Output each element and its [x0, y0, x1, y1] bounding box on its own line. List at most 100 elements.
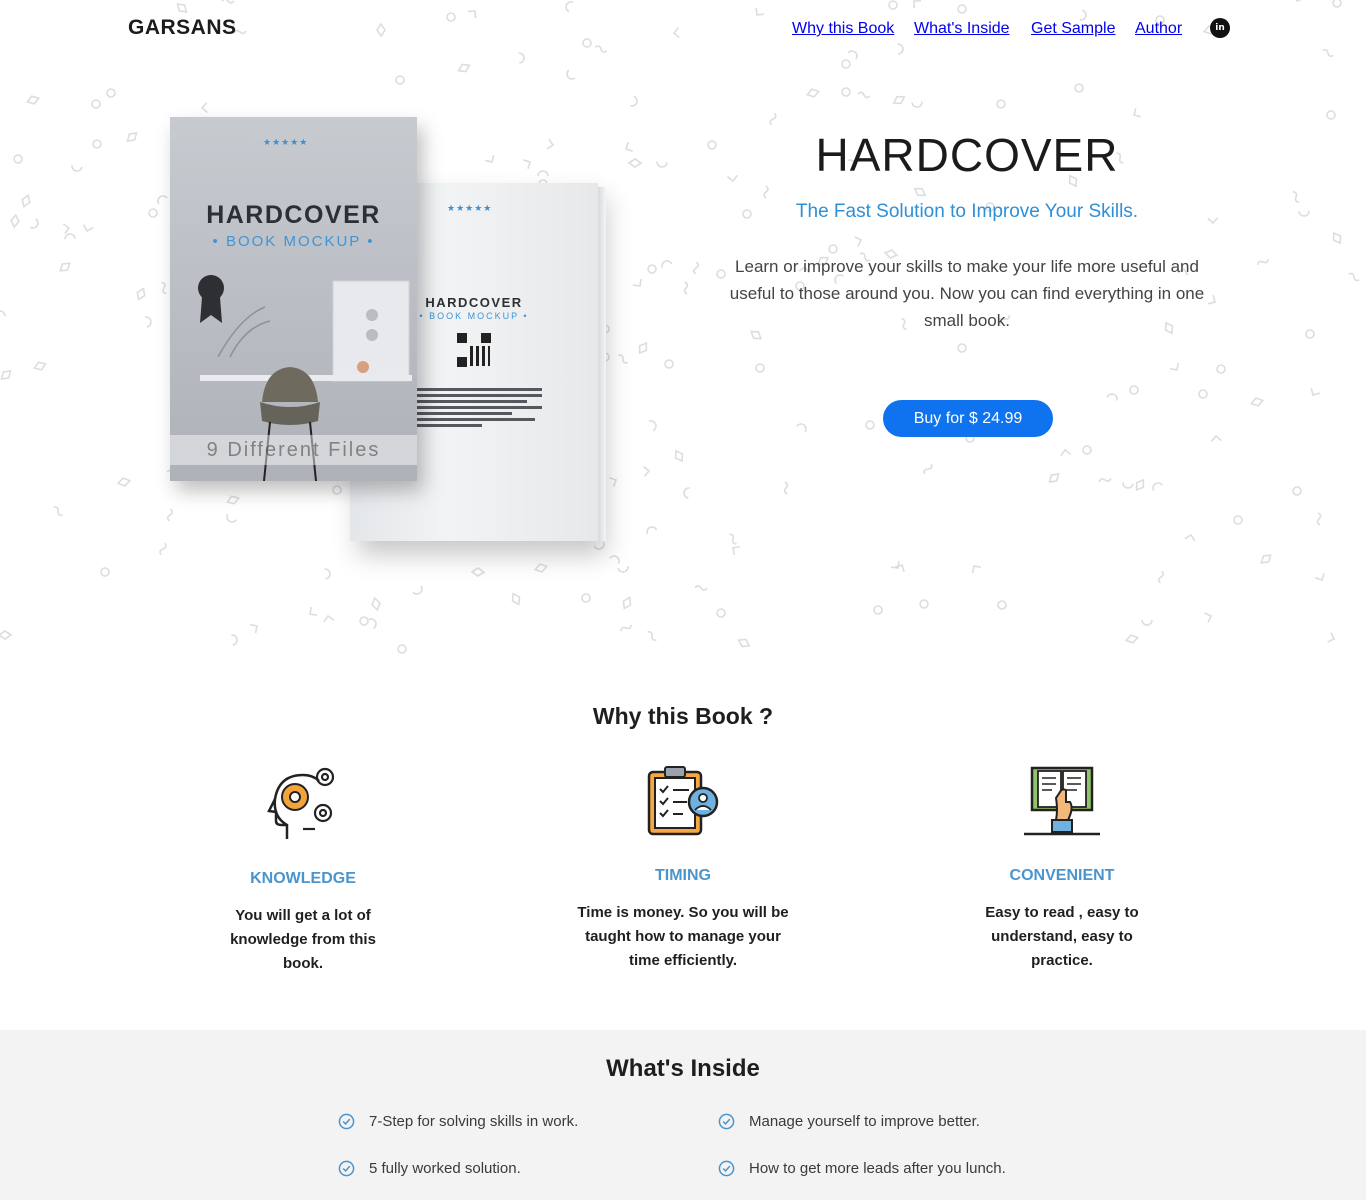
confetti-shape: [511, 592, 521, 606]
confetti-shape: [231, 634, 238, 646]
confetti-shape: [763, 185, 769, 199]
confetti-shape: [648, 420, 657, 432]
confetti-shape: [1233, 515, 1243, 525]
confetti-shape: [1216, 364, 1226, 374]
confetti-shape: [470, 567, 486, 577]
confetti-shape: [1060, 448, 1072, 457]
confetti-shape: [161, 281, 167, 295]
linkedin-icon[interactable]: in: [1210, 18, 1230, 38]
confetti-shape: [148, 208, 158, 218]
confetti-shape: [457, 63, 471, 73]
confetti-shape: [647, 631, 657, 641]
confetti-shape: [620, 624, 632, 632]
confetti-shape: [1082, 445, 1092, 455]
nav-link-author[interactable]: Author: [1135, 20, 1366, 38]
list-item-label: Manage yourself to improve better.: [749, 1113, 980, 1130]
whats-inside-section: What's Inside 7-Step for solving skills …: [0, 1030, 1366, 1200]
confetti-shape: [21, 194, 31, 208]
confetti-shape: [1122, 482, 1134, 489]
book-front-subtitle: • BOOK MOCKUP •: [212, 233, 375, 250]
confetti-shape: [1169, 362, 1180, 371]
book-front-files-caption: 9 Different Files: [170, 435, 417, 465]
confetti-shape: [1316, 512, 1322, 526]
confetti-shape: [368, 618, 377, 630]
confetti-shape: [971, 565, 982, 574]
confetti-shape: [646, 526, 658, 535]
confetti-shape: [546, 138, 555, 150]
confetti-shape: [136, 287, 146, 301]
confetti-shape: [157, 195, 168, 205]
feature-timing: TIMING Time is money. So you will be tau…: [553, 762, 813, 973]
list-item: Manage yourself to improve better.: [718, 1113, 980, 1130]
confetti-shape: [91, 99, 101, 109]
rating-stars: ★★★★★: [447, 203, 493, 213]
confetti-shape: [537, 170, 549, 177]
confetti-shape: [911, 101, 923, 108]
confetti-shape: [919, 599, 929, 609]
confetti-shape: [53, 506, 63, 516]
book-front-cover: ★★★★★ HARDCOVER • BOOK MOCKUP • 9 Differ…: [170, 117, 417, 481]
confetti-shape: [617, 354, 629, 364]
confetti-shape: [397, 644, 407, 654]
confetti-shape: [1298, 210, 1310, 217]
confetti-shape: [664, 359, 674, 369]
feature-knowledge: KNOWLEDGE You will get a lot of knowledg…: [173, 765, 433, 976]
confetti-shape: [82, 224, 94, 233]
feature-title: CONVENIENT: [1009, 867, 1115, 884]
confetti-shape: [737, 638, 751, 648]
feature-title: TIMING: [655, 867, 711, 884]
check-circle-icon: [338, 1160, 355, 1177]
confetti-shape: [627, 158, 643, 168]
confetti-shape: [1074, 83, 1084, 93]
confetti-shape: [1133, 107, 1142, 118]
confetti-shape: [609, 476, 618, 487]
confetti-shape: [144, 316, 152, 328]
top-navigation-bar: GARSANS Why this Book What's Inside Get …: [0, 0, 1366, 58]
head-gears-icon: [267, 767, 335, 839]
confetti-shape: [683, 487, 690, 499]
clipboard-checklist-icon: [647, 766, 719, 836]
confetti-shape: [1204, 612, 1213, 623]
confetti-shape: [359, 616, 369, 626]
book-front-title: HARDCOVER: [206, 201, 381, 229]
confetti-shape: [566, 69, 576, 80]
confetti-shape: [632, 278, 642, 287]
confetti-shape: [1106, 393, 1118, 401]
confetti-shape: [0, 630, 13, 640]
confetti-shape: [324, 568, 331, 580]
confetti-shape: [828, 244, 838, 254]
confetti-shape: [1348, 272, 1360, 282]
hero-section: GARSANS Why this Book What's Inside Get …: [0, 0, 1366, 660]
confetti-shape: [226, 495, 240, 505]
confetti-shape: [533, 563, 549, 573]
check-circle-icon: [338, 1113, 355, 1130]
confetti-shape: [692, 261, 700, 275]
brand-logo[interactable]: GARSANS: [128, 16, 237, 40]
rating-stars: ★★★★★: [263, 137, 309, 147]
check-circle-icon: [718, 1160, 735, 1177]
confetti-shape: [64, 233, 76, 240]
confetti-shape: [106, 88, 116, 98]
book-reading-icon: [1024, 766, 1100, 836]
confetti-shape: [1249, 397, 1265, 407]
confetti-shape: [857, 91, 871, 99]
confetti-shape: [913, 187, 927, 197]
confetti-shape: [841, 87, 851, 97]
buy-button[interactable]: Buy for $ 24.99: [883, 400, 1053, 437]
confetti-shape: [647, 264, 657, 274]
confetti-shape: [755, 363, 765, 373]
feature-convenient: CONVENIENT Easy to read , easy to unders…: [932, 762, 1192, 973]
confetti-shape: [0, 310, 6, 317]
confetti-shape: [62, 223, 71, 235]
inside-section-title: What's Inside: [606, 1055, 760, 1082]
confetti-shape: [617, 565, 629, 573]
confetti-shape: [1315, 573, 1325, 582]
confetti-shape: [593, 541, 605, 550]
confetti-shape: [683, 281, 689, 295]
confetti-shape: [805, 88, 821, 98]
check-circle-icon: [718, 1113, 735, 1130]
confetti-shape: [957, 343, 967, 353]
confetti-shape: [1184, 533, 1196, 542]
confetti-shape: [1157, 570, 1165, 584]
confetti-shape: [873, 605, 883, 615]
